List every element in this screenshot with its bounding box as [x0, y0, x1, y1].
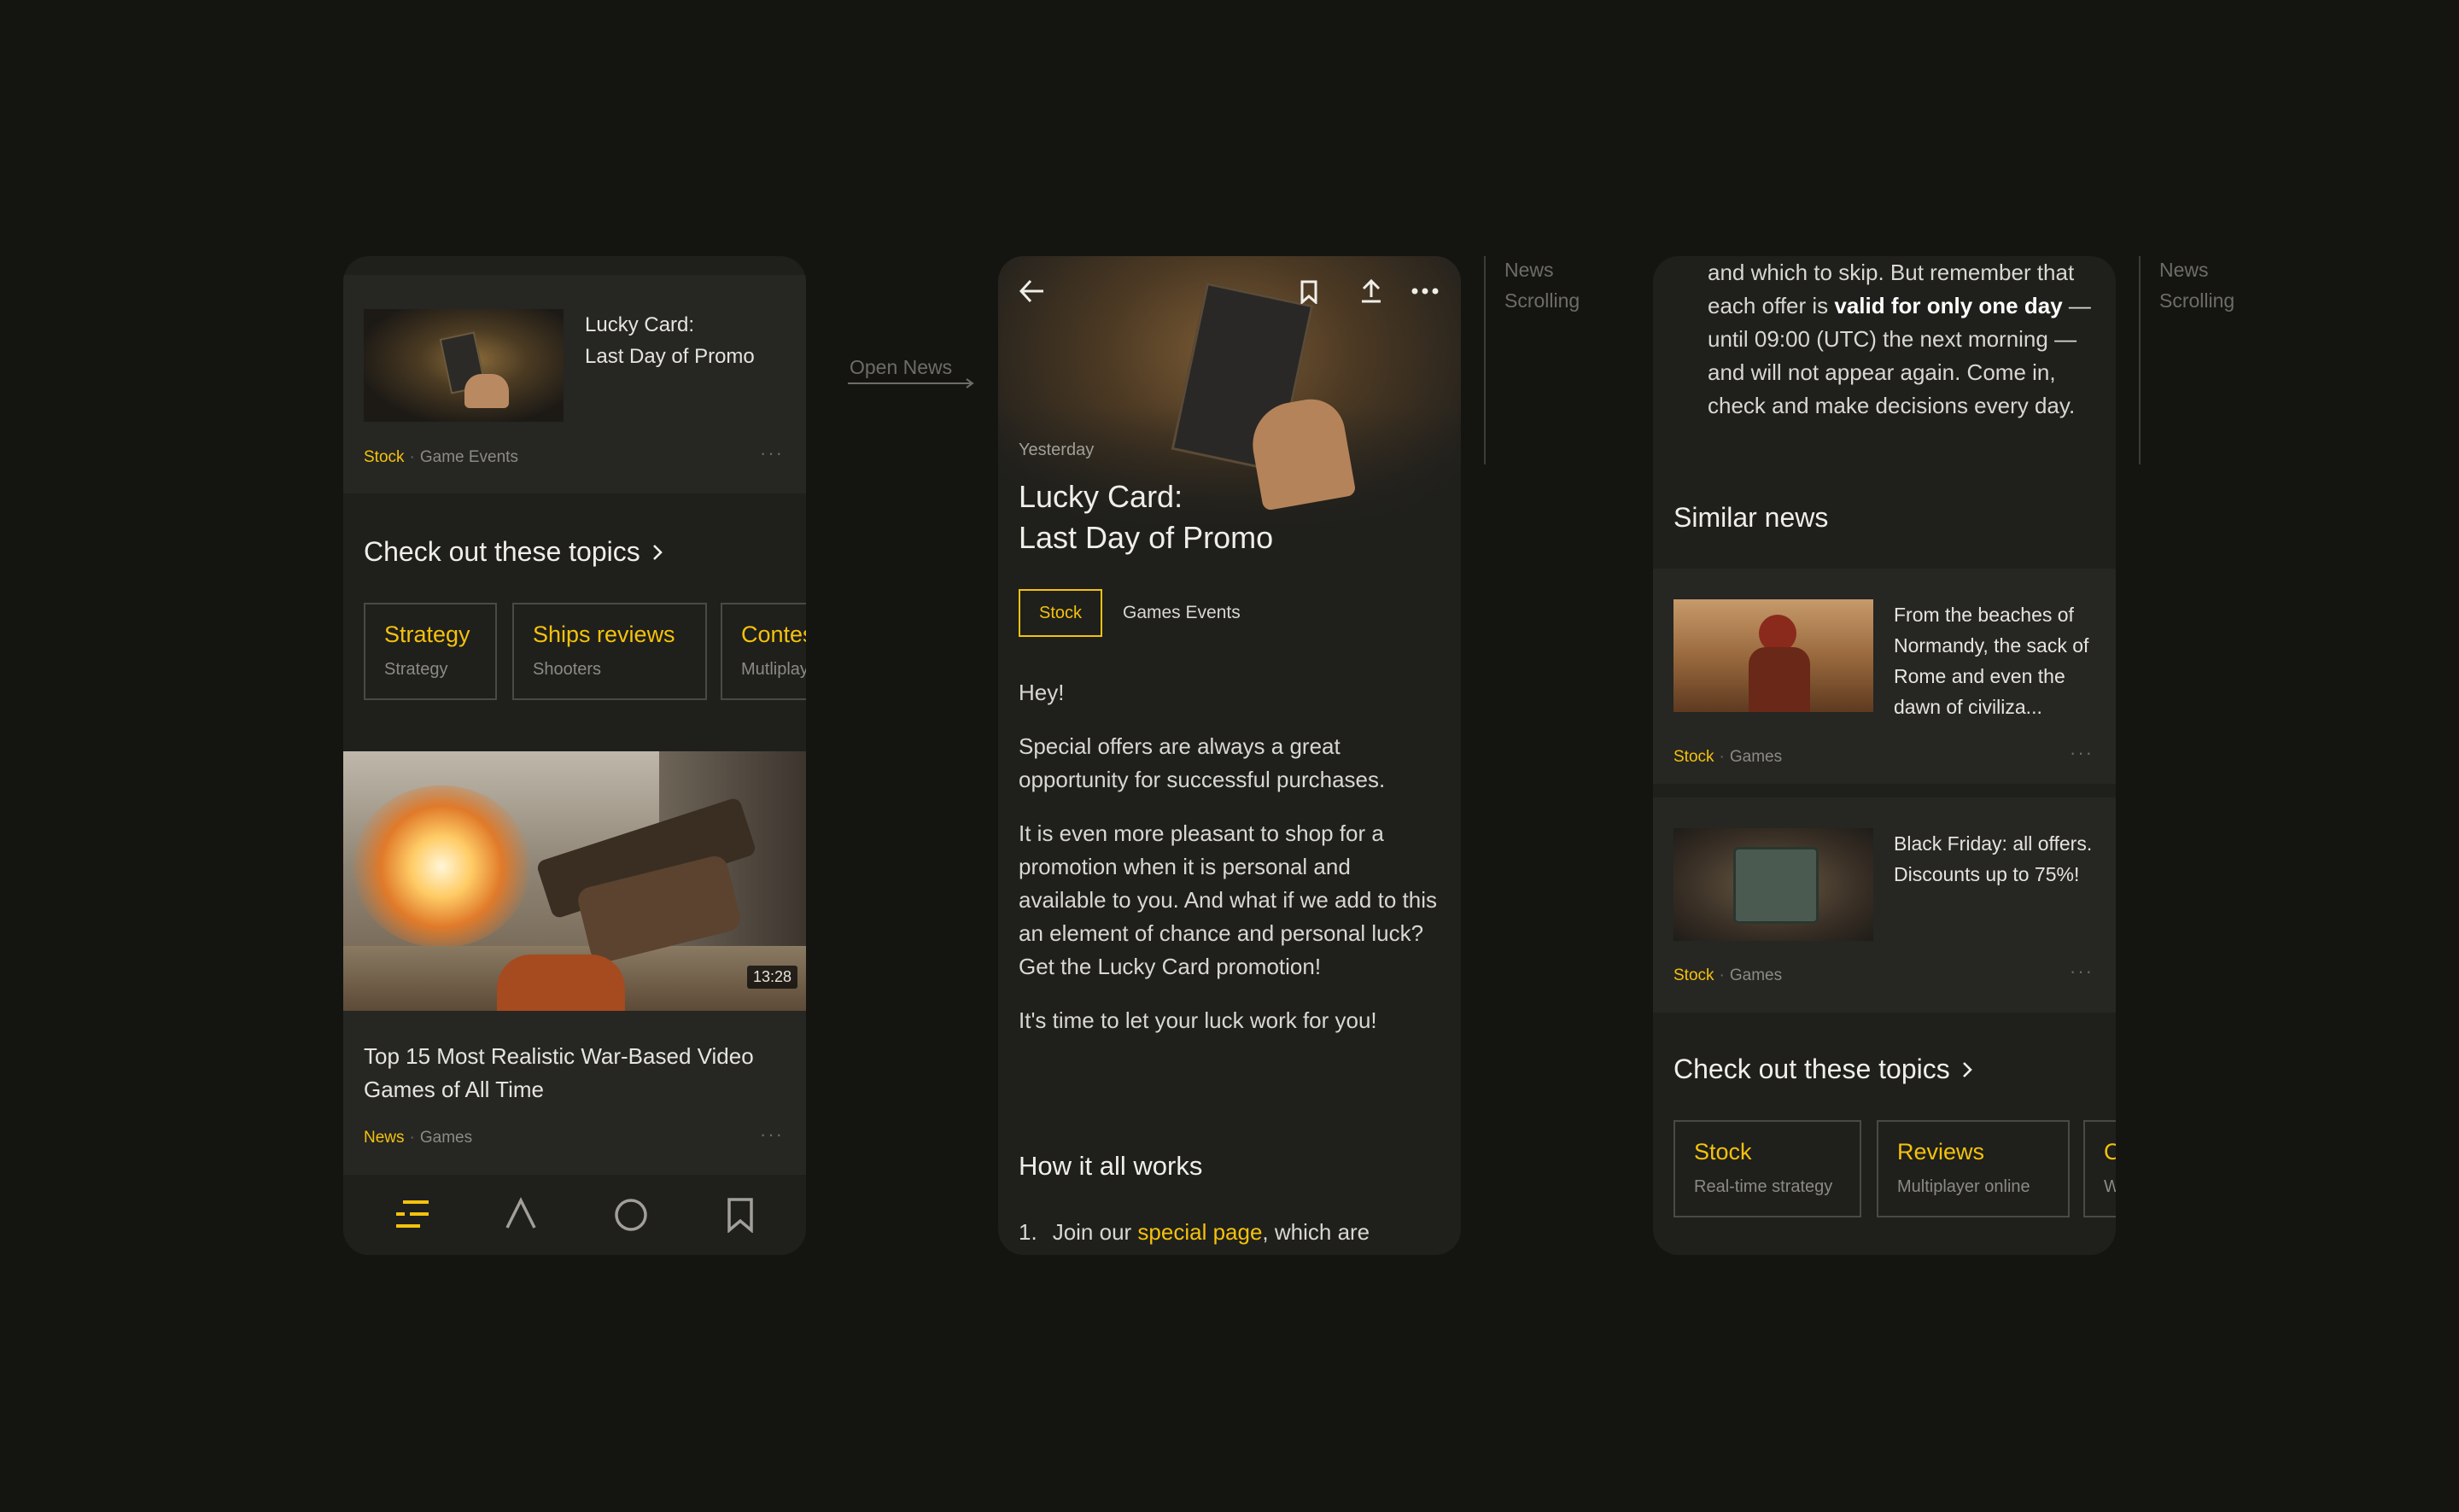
category-label: Games: [1729, 966, 1783, 984]
news-card-lucky[interactable]: Lucky Card: Last Day of Promo Stock · Game…: [343, 275, 806, 493]
share-icon[interactable]: [1359, 278, 1383, 304]
more-options-icon[interactable]: [1411, 287, 1439, 295]
article-screen: Yesterday Lucky Card: Last Day of Promo …: [998, 256, 1461, 1255]
arrow-right-icon: [848, 378, 974, 388]
chevron-right-icon: [652, 545, 663, 560]
bookmark-icon[interactable]: [726, 1197, 755, 1233]
bottom-nav: [343, 1175, 806, 1255]
step-1: 1. Join our special page, which are: [1019, 1219, 1370, 1245]
topic-chip-ships-reviews[interactable]: Ships reviews Shooters: [512, 603, 707, 700]
annotation-news-scrolling-2: News Scrolling: [2159, 259, 2235, 312]
news-meta: Stock · Game Events: [364, 448, 518, 466]
news-title: Black Friday: all offers. Discounts up t…: [1894, 832, 2093, 885]
more-options-icon[interactable]: ···: [760, 442, 784, 464]
article-scrolled-screen: and which to skip. But remember that eac…: [1653, 256, 2116, 1255]
news-title: Lucky Card: Last Day of Promo: [585, 313, 755, 368]
news-thumbnail: [364, 309, 564, 422]
more-options-icon[interactable]: ···: [760, 1124, 784, 1146]
article-paragraph: Special offers are always a great opport…: [1019, 733, 1386, 792]
news-thumbnail: [1673, 599, 1873, 712]
annotation-divider-1: [1484, 256, 1486, 464]
tag-stock-chip[interactable]: Stock: [1019, 589, 1102, 637]
topic-chip-strategy[interactable]: Strategy Strategy: [364, 603, 497, 700]
bookmark-icon[interactable]: [1300, 280, 1318, 304]
chevron-right-icon: [1962, 1062, 1972, 1077]
more-options-icon[interactable]: ···: [2070, 742, 2094, 764]
video-card[interactable]: 13:28 Top 15 Most Realistic War-Based Vi…: [343, 751, 806, 1175]
article-paragraph: and which to skip. But remember that eac…: [1708, 260, 2091, 418]
video-thumbnail: 13:28: [343, 751, 806, 1011]
crate-image-icon: [1733, 847, 1819, 924]
article-paragraph: It is even more pleasant to shop for a p…: [1019, 820, 1437, 979]
news-meta: Stock · Games: [1673, 748, 1783, 766]
video-title: Top 15 Most Realistic War-Based Video Ga…: [364, 1043, 754, 1102]
menu-icon[interactable]: [394, 1199, 432, 1229]
topic-chip-contests[interactable]: ContestsWargames: [2083, 1120, 2116, 1217]
similar-news-card[interactable]: From the beaches of Normandy, the sack o…: [1653, 569, 2116, 784]
tag-stock[interactable]: Stock: [1673, 966, 1714, 984]
news-meta: Stock · Games: [1673, 966, 1783, 984]
tag-stock[interactable]: Stock: [364, 448, 405, 466]
topic-chip-stock[interactable]: Stock Real-time strategy: [1673, 1120, 1861, 1217]
topics-heading[interactable]: Check out these topics: [1673, 1054, 1973, 1085]
circle-icon[interactable]: [613, 1197, 649, 1233]
category-label: Games: [1729, 748, 1783, 766]
explore-icon[interactable]: [504, 1197, 538, 1231]
topic-chip-reviews[interactable]: Reviews Multiplayer online: [1877, 1120, 2070, 1217]
how-it-works-heading: How it all works: [1019, 1151, 1203, 1181]
similar-news-heading: Similar news: [1673, 502, 1829, 533]
annotation-news-scrolling-1: News Scrolling: [1504, 259, 1580, 312]
special-page-link[interactable]: special page: [1137, 1219, 1262, 1245]
more-options-icon[interactable]: ···: [2070, 960, 2094, 983]
topics-heading[interactable]: Check out these topics: [364, 536, 663, 568]
video-meta: News · Games: [364, 1129, 473, 1147]
back-arrow-icon[interactable]: [1019, 278, 1046, 304]
similar-news-card[interactable]: Black Friday: all offers. Discounts up t…: [1653, 797, 2116, 1013]
annotation-divider-2: [2139, 256, 2141, 464]
video-duration-badge: 13:28: [746, 966, 797, 989]
article-title: Lucky Card: Last Day of Promo: [1019, 479, 1274, 555]
article-paragraph: Hey!: [1019, 680, 1065, 705]
tag-news[interactable]: News: [364, 1129, 405, 1147]
article-date: Yesterday: [1019, 441, 1095, 459]
category-label: Game Events: [419, 448, 518, 466]
news-title: From the beaches of Normandy, the sack o…: [1894, 604, 2089, 718]
tag-stock[interactable]: Stock: [1673, 748, 1714, 766]
tag-games-events[interactable]: Games Events: [1123, 603, 1241, 623]
article-paragraph: It's time to let your luck work for you!: [1019, 1007, 1377, 1033]
article-body: Hey! Special offers are always a great o…: [1019, 676, 1440, 1058]
news-thumbnail: [1673, 828, 1873, 941]
topic-chip-contests[interactable]: ContestsMutliplayer: [721, 603, 806, 700]
category-label: Games: [419, 1129, 473, 1147]
feed-screen: Lucky Card: Last Day of Promo Stock · Game…: [343, 256, 806, 1255]
